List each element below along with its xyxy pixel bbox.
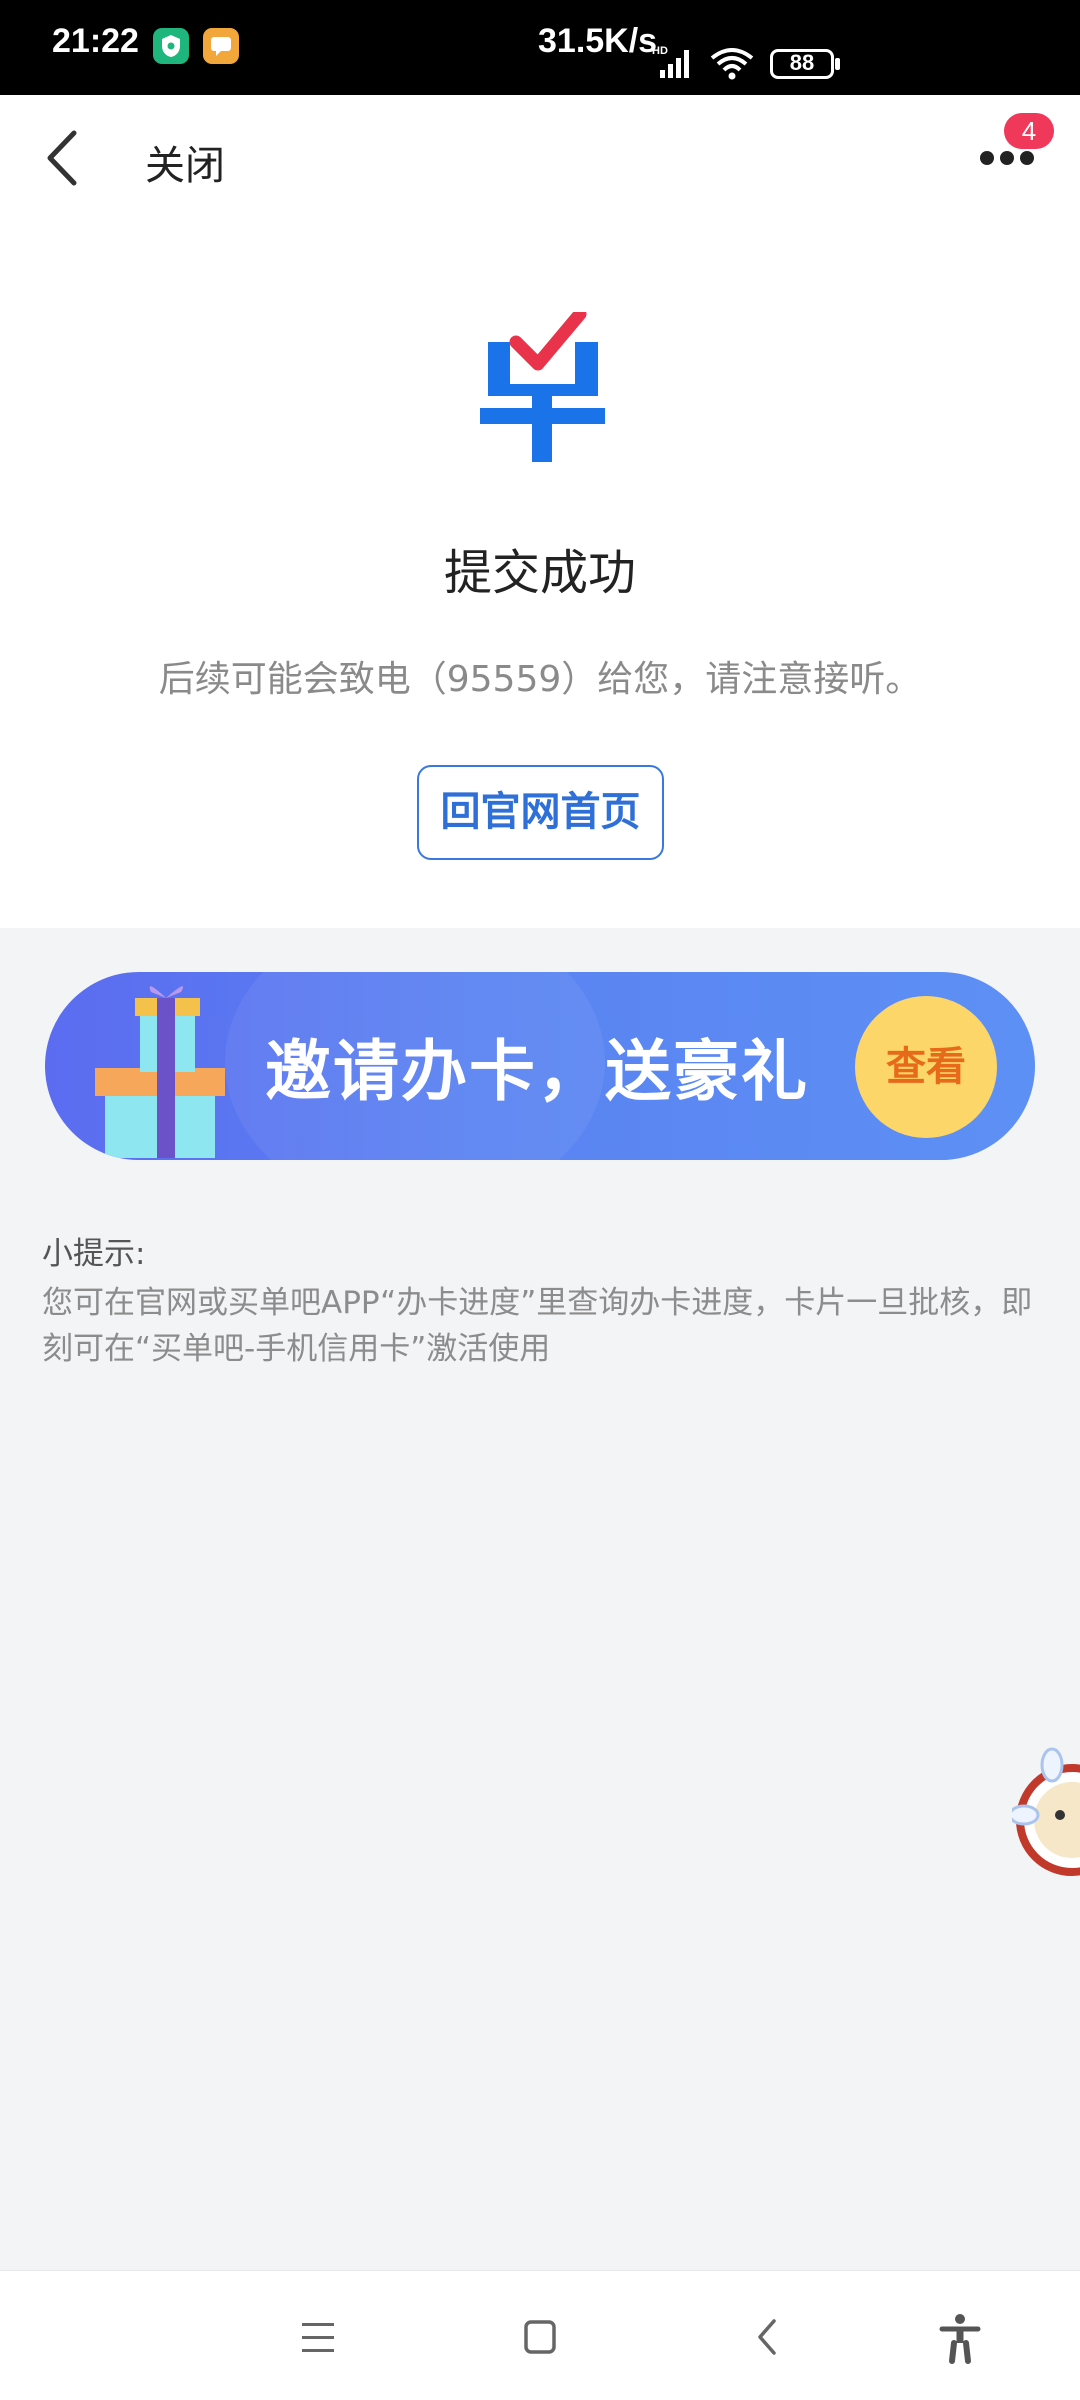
mascot-icon	[1012, 1747, 1080, 1876]
battery-level: 88	[789, 50, 815, 75]
back-chevron-icon[interactable]	[740, 2309, 796, 2365]
success-title: 提交成功	[443, 545, 636, 601]
battery-icon: 88	[770, 49, 840, 79]
back-to-homepage-button[interactable]: 回官网首页	[417, 765, 664, 860]
accessibility-icon[interactable]	[932, 2309, 988, 2365]
close-button[interactable]: 关闭	[145, 133, 225, 191]
banner-text: 邀请办卡，送豪礼	[265, 1033, 809, 1110]
menu-icon[interactable]	[290, 2309, 346, 2365]
system-nav-bar	[0, 2270, 1080, 2400]
tip-title: 小提示:	[42, 1236, 146, 1272]
network-speed: 31.5K/s	[538, 22, 658, 60]
top-bar: 关闭 4	[0, 95, 1080, 220]
wifi-icon	[710, 48, 754, 80]
success-description: 后续可能会致电（95559）给您，请注意接听。	[158, 659, 922, 700]
message-app-icon	[203, 28, 239, 64]
view-button[interactable]: 查看	[855, 996, 997, 1138]
shield-app-icon	[153, 28, 189, 64]
back-arrow-icon	[47, 130, 77, 186]
signal-icon: HD	[652, 45, 689, 78]
svg-text:HD: HD	[652, 45, 668, 57]
bill-logo-icon	[480, 312, 605, 462]
success-card: 提交成功 后续可能会致电（95559）给您，请注意接听。 回官网首页	[0, 220, 1080, 928]
status-time: 21:22	[52, 22, 139, 60]
tip-body: 您可在官网或买单吧APP“办卡进度”里查询办卡进度，卡片一旦批核，即刻可在“买单…	[42, 1285, 1033, 1367]
status-bar: 21:22 31.5K/s HD 88	[0, 0, 1080, 95]
back-button[interactable]	[38, 125, 98, 191]
floating-mascot[interactable]	[1012, 1745, 1080, 1885]
notification-badge: 4	[1004, 113, 1054, 149]
home-square-icon[interactable]	[512, 2309, 568, 2365]
gift-box-icon	[95, 986, 225, 1158]
invite-banner[interactable]: 邀请办卡，送豪礼 查看	[45, 972, 1035, 1160]
